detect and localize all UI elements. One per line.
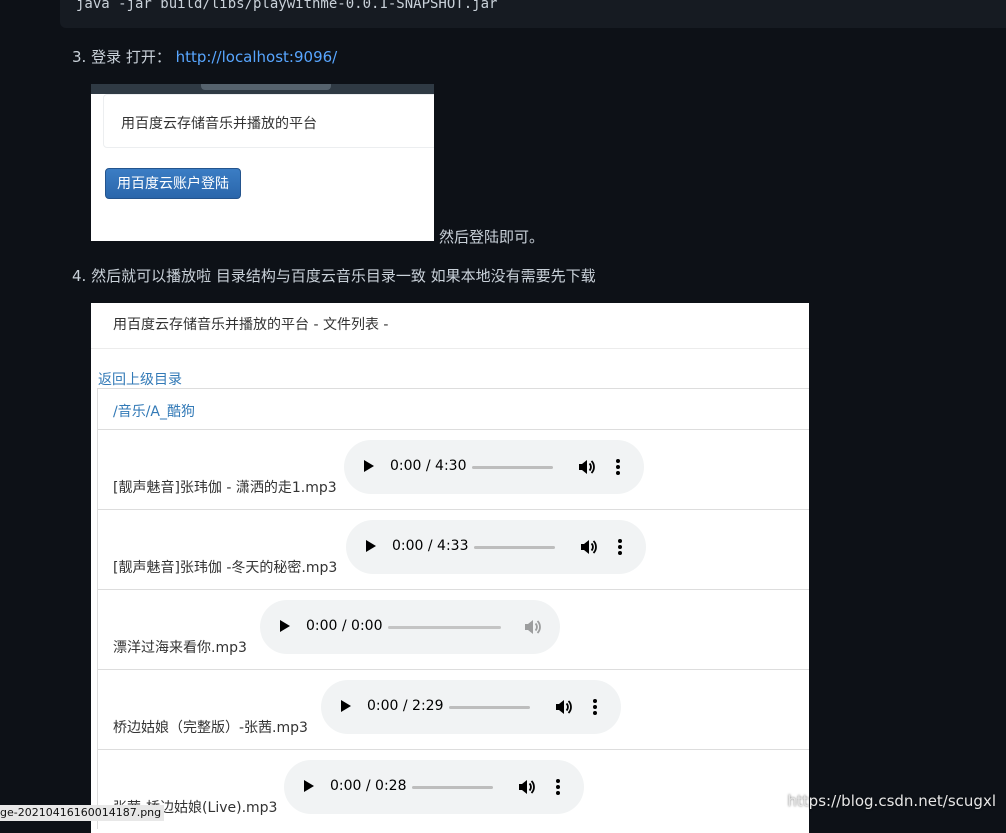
volume-icon[interactable] — [578, 537, 598, 557]
time-display: 0:00 / 0:00 — [306, 618, 383, 634]
volume-icon[interactable] — [522, 617, 542, 637]
time-display: 0:00 / 2:29 — [367, 698, 444, 714]
step-3-after: 然后登陆即可。 — [439, 228, 545, 246]
file-name: 桥边姑娘（完整版）-张茜.mp3 — [113, 720, 308, 736]
file-row: 0:00 / 0:28 张茜-桥边姑娘(Live).mp3 — [98, 749, 809, 829]
step-3: 3. 登录 打开： http://localhost:9096/ — [72, 46, 337, 67]
file-table: /音乐/A_酷狗 0:00 / 4:30 [靓声魅音]张玮伽 - 潇洒的走1.mp… — [97, 388, 809, 829]
localhost-link[interactable]: http://localhost:9096/ — [176, 48, 338, 66]
back-link[interactable]: 返回上级目录 — [98, 369, 182, 389]
more-options-icon[interactable] — [618, 539, 622, 555]
time-display: 0:00 / 0:28 — [330, 778, 407, 794]
current-path[interactable]: /音乐/A_酷狗 — [113, 401, 195, 421]
play-icon[interactable] — [341, 700, 351, 712]
baidu-login-button[interactable]: 用百度云账户登陆 — [105, 168, 241, 199]
list-header: 用百度云存储音乐并播放的平台 - 文件列表 - — [91, 303, 809, 349]
file-row: 0:00 / 4:30 [靓声魅音]张玮伽 - 潇洒的走1.mp3 — [98, 429, 809, 509]
seek-bar[interactable] — [474, 546, 555, 549]
audio-player[interactable]: 0:00 / 0:00 — [260, 600, 560, 654]
audio-player[interactable]: 0:00 / 4:33 — [346, 520, 646, 574]
play-icon[interactable] — [366, 540, 376, 552]
more-options-icon[interactable] — [616, 459, 620, 475]
browser-strip — [91, 84, 434, 94]
play-icon[interactable] — [364, 460, 374, 472]
step-3-text: 3. 登录 打开： — [72, 48, 171, 66]
code-line: java -jar build/libs/playwithme-0.0.1-SN… — [76, 0, 498, 12]
volume-icon[interactable] — [553, 697, 573, 717]
audio-player[interactable]: 0:00 / 4:30 — [344, 440, 644, 494]
file-name: [靓声魅音]张玮伽 - 潇洒的走1.mp3 — [113, 480, 337, 496]
play-icon[interactable] — [304, 780, 314, 792]
time-display: 0:00 / 4:33 — [392, 538, 469, 554]
audio-player[interactable]: 0:00 / 2:29 — [321, 680, 621, 734]
seek-bar[interactable] — [388, 626, 501, 629]
file-row: 0:00 / 4:33 [靓声魅音]张玮伽 -冬天的秘密.mp3 — [98, 509, 809, 589]
file-row: 0:00 / 0:00 漂洋过海来看你.mp3 — [98, 589, 809, 669]
volume-icon[interactable] — [516, 777, 536, 797]
file-name: [靓声魅音]张玮伽 -冬天的秘密.mp3 — [113, 560, 338, 576]
more-options-icon[interactable] — [556, 779, 560, 795]
list-title: 用百度云存储音乐并播放的平台 - 文件列表 - — [113, 317, 389, 333]
seek-bar[interactable] — [449, 706, 530, 709]
file-row: 0:00 / 2:29 桥边姑娘（完整版）-张茜.mp3 — [98, 669, 809, 749]
time-display: 0:00 / 4:30 — [390, 458, 467, 474]
login-screenshot: 用百度云存储音乐并播放的平台 用百度云账户登陆 — [91, 84, 434, 241]
path-row: /音乐/A_酷狗 — [98, 388, 809, 429]
more-options-icon[interactable] — [593, 699, 597, 715]
file-name: 漂洋过海来看你.mp3 — [113, 640, 247, 656]
audio-player[interactable]: 0:00 / 0:28 — [284, 760, 584, 814]
seek-bar[interactable] — [472, 466, 553, 469]
code-block: java -jar build/libs/playwithme-0.0.1-SN… — [60, 0, 1006, 28]
login-title: 用百度云存储音乐并播放的平台 — [121, 116, 317, 132]
play-icon[interactable] — [280, 620, 290, 632]
seek-bar[interactable] — [412, 786, 493, 789]
login-panel: 用百度云存储音乐并播放的平台 — [103, 94, 434, 148]
file-list-screenshot: 用百度云存储音乐并播放的平台 - 文件列表 - 返回上级目录 /音乐/A_酷狗 … — [91, 303, 809, 833]
volume-icon[interactable] — [576, 457, 596, 477]
watermark: https://blog.csdn.net/scugxl — [787, 792, 996, 810]
step-4: 4. 然后就可以播放啦 目录结构与百度云音乐目录一致 如果本地没有需要先下载 — [72, 267, 596, 285]
file-label: ge-20210416160014187.png — [0, 805, 165, 821]
